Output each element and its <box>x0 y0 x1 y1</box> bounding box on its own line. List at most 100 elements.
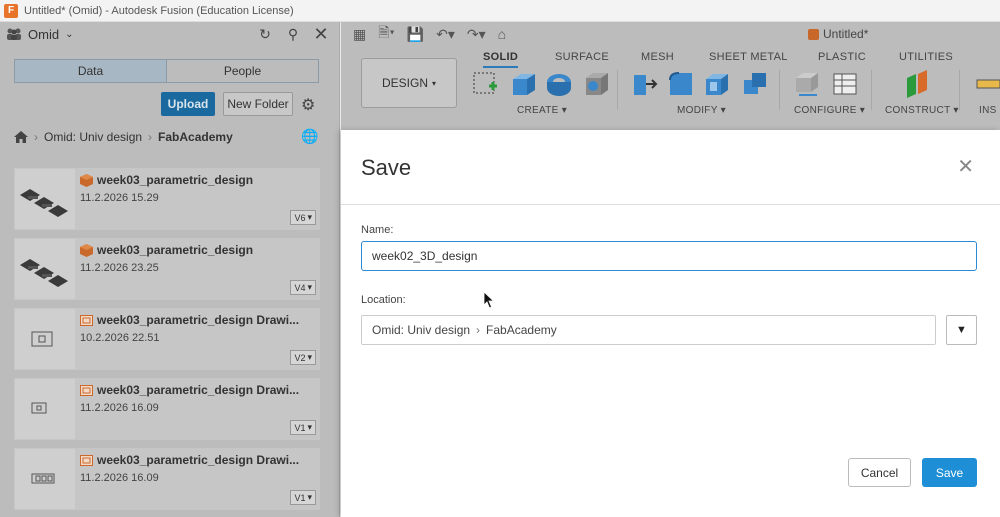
chevron-down-icon: ▾ <box>307 422 312 432</box>
file-thumbnail <box>15 239 75 299</box>
divider <box>617 70 618 110</box>
file-thumbnail <box>15 169 75 229</box>
configure-icon[interactable] <box>793 70 821 98</box>
home-icon[interactable] <box>14 131 28 143</box>
tab-data[interactable]: Data <box>15 60 167 82</box>
gear-icon[interactable]: ⚙ <box>301 95 315 115</box>
workspace-switcher[interactable]: DESIGN ▾ <box>361 58 457 108</box>
save-icon[interactable]: 💾 <box>407 26 424 43</box>
window-title: Untitled* (Omid) - Autodesk Fusion (Educ… <box>24 4 294 17</box>
measure-icon[interactable] <box>975 70 1000 98</box>
tab-surface[interactable]: SURFACE <box>555 51 609 63</box>
save-button[interactable]: Save <box>922 458 977 487</box>
offset-plane-icon[interactable] <box>903 70 931 98</box>
home-icon[interactable]: ⌂ <box>498 26 506 42</box>
file-menu-icon[interactable]: 🗎▾ <box>378 22 394 46</box>
close-icon[interactable]: ✕ <box>957 157 974 177</box>
breadcrumb-project[interactable]: Omid: Univ design <box>44 130 142 144</box>
file-date: 10.2.2026 22.51 <box>80 332 160 344</box>
list-item[interactable]: week03_parametric_design Drawi... 11.2.2… <box>14 378 320 440</box>
team-selector[interactable]: Omid ⌄ <box>6 27 73 42</box>
hole-icon[interactable] <box>583 70 611 98</box>
dialog-title: Save <box>361 155 412 180</box>
team-name: Omid <box>28 26 60 42</box>
cancel-button[interactable]: Cancel <box>848 458 911 487</box>
close-icon[interactable]: ✕ <box>309 24 333 45</box>
group-modify[interactable]: MODIFY ▾ <box>677 105 726 116</box>
location-project: Omid: Univ design <box>372 323 471 337</box>
list-item[interactable]: week03_parametric_design Drawi... 11.2.2… <box>14 448 320 510</box>
breadcrumb-folder[interactable]: FabAcademy <box>158 130 233 144</box>
chevron-down-icon: ⌄ <box>65 28 74 40</box>
group-create[interactable]: CREATE ▾ <box>517 105 567 116</box>
globe-icon[interactable]: 🌐 <box>301 128 318 145</box>
data-panel: Omid ⌄ ↻ ⚲ ✕ Data People Upload New Fold… <box>0 22 340 517</box>
location-dropdown-button[interactable]: ▼ <box>946 315 977 345</box>
tab-solid[interactable]: SOLID <box>483 51 519 68</box>
file-date: 11.2.2026 16.09 <box>80 402 159 414</box>
version-badge[interactable]: V4 ▾ <box>290 280 316 295</box>
press-pull-icon[interactable] <box>631 70 659 98</box>
fusion-app-icon: F <box>4 3 18 18</box>
caret-down-icon: ▼ <box>956 324 967 336</box>
create-sketch-icon[interactable] <box>471 70 499 98</box>
apps-grid-icon[interactable]: ▦ <box>353 26 366 43</box>
chevron-down-icon: ▾ <box>432 78 437 88</box>
list-item[interactable]: week03_parametric_design 11.2.2026 15.29… <box>14 168 320 230</box>
file-thumbnail <box>15 309 75 369</box>
revolve-icon[interactable] <box>545 70 573 98</box>
location-folder: FabAcademy <box>486 323 557 337</box>
file-date: 11.2.2026 23.25 <box>80 262 159 274</box>
group-construct[interactable]: CONSTRUCT ▾ <box>885 105 959 116</box>
design-file-icon <box>80 244 93 257</box>
drawing-file-icon <box>80 385 93 396</box>
breadcrumb: › Omid: Univ design › FabAcademy <box>14 130 233 144</box>
document-tab[interactable]: Untitled* <box>808 27 868 41</box>
extrude-icon[interactable] <box>509 70 537 98</box>
undo-icon[interactable]: ↶▾ <box>436 26 455 43</box>
workspace-toolbar: ▦ 🗎▾ 💾 ↶▾ ↷▾ ⌂ <box>341 22 1000 46</box>
redo-icon[interactable]: ↷▾ <box>467 26 486 43</box>
chevron-right-icon: › <box>148 130 153 144</box>
chevron-right-icon: › <box>34 130 38 144</box>
design-file-icon <box>80 174 93 187</box>
tab-people[interactable]: People <box>167 60 318 82</box>
version-badge[interactable]: V1 ▾ <box>290 490 316 505</box>
group-inspect[interactable]: INS <box>979 105 997 116</box>
search-icon[interactable]: ⚲ <box>281 26 305 43</box>
chevron-right-icon: › <box>476 323 481 337</box>
tab-mesh[interactable]: MESH <box>641 51 674 63</box>
upload-button[interactable]: Upload <box>161 92 215 116</box>
file-name: week03_parametric_design <box>97 173 254 187</box>
file-name: week03_parametric_design Drawi... <box>97 313 300 327</box>
list-item[interactable]: week03_parametric_design Drawi... 10.2.2… <box>14 308 320 370</box>
design-file-icon <box>808 28 819 40</box>
version-badge[interactable]: V6 ▾ <box>290 210 316 225</box>
group-configure[interactable]: CONFIGURE ▾ <box>794 105 865 116</box>
list-item[interactable]: week03_parametric_design 11.2.2026 23.25… <box>14 238 320 300</box>
combine-icon[interactable] <box>741 70 769 98</box>
mouse-cursor-icon <box>483 291 495 309</box>
version-badge[interactable]: V2 ▾ <box>290 350 316 365</box>
fillet-icon[interactable] <box>667 70 695 98</box>
location-label: Location: <box>361 294 406 306</box>
location-field[interactable]: Omid: Univ design › FabAcademy <box>361 315 936 345</box>
configuration-table-icon[interactable] <box>831 70 859 98</box>
refresh-icon[interactable]: ↻ <box>253 26 277 43</box>
shell-icon[interactable] <box>703 70 731 98</box>
file-name: week03_parametric_design Drawi... <box>97 453 300 467</box>
version-badge[interactable]: V1 ▾ <box>290 420 316 435</box>
name-label: Name: <box>361 224 394 236</box>
divider <box>871 70 872 110</box>
new-folder-button[interactable]: New Folder <box>223 92 293 116</box>
name-input[interactable] <box>361 241 977 271</box>
file-date: 11.2.2026 15.29 <box>80 192 159 204</box>
tab-sheet-metal[interactable]: SHEET METAL <box>709 51 788 63</box>
divider <box>341 204 1000 205</box>
save-dialog: Save ✕ Name: Location: Omid: Univ design… <box>341 130 1000 517</box>
tab-utilities[interactable]: UTILITIES <box>899 51 953 63</box>
tab-plastic[interactable]: PLASTIC <box>818 51 866 63</box>
chevron-down-icon: ▾ <box>307 352 312 362</box>
divider <box>779 70 780 110</box>
data-panel-header: Omid ⌄ ↻ ⚲ ✕ <box>0 22 339 46</box>
